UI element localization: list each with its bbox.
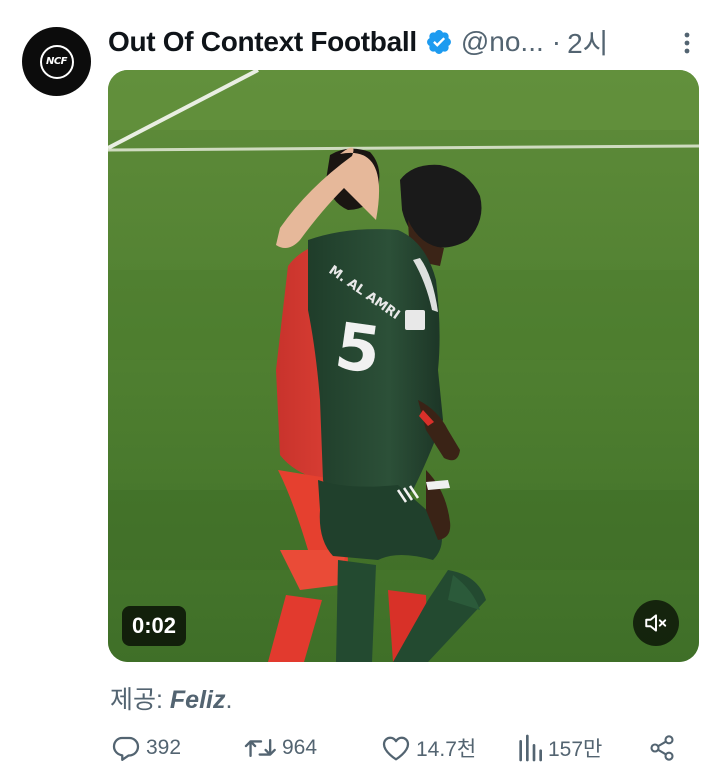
tweet-caption: 제공: Feliz. (110, 680, 232, 716)
caption-suffix: . (225, 686, 233, 714)
heart-icon (382, 736, 410, 761)
retweet-button[interactable]: 964 (244, 728, 317, 768)
views-count: 157만 (548, 738, 603, 761)
verified-badge-icon[interactable] (425, 28, 453, 56)
handle[interactable]: @no... (461, 26, 544, 58)
retweet-icon (244, 738, 276, 758)
display-name[interactable]: Out Of Context Football (108, 26, 417, 58)
more-vertical-icon[interactable] (672, 28, 702, 58)
share-icon (650, 735, 674, 761)
muted-speaker-icon[interactable] (633, 600, 679, 646)
reply-count: 392 (146, 736, 182, 759)
timestamp[interactable]: 2시 (567, 22, 608, 62)
views-button[interactable]: 157만 (516, 728, 602, 768)
reply-button[interactable]: 392 (110, 728, 181, 768)
like-count: 14.7천 (416, 738, 477, 761)
video-player[interactable]: 5 M. AL AMRI 0:02 (108, 70, 699, 662)
caption-credit[interactable]: Feliz (170, 686, 226, 714)
video-duration: 0:02 (122, 606, 187, 646)
avatar-logo: NCF (39, 44, 74, 79)
views-chart-icon (519, 734, 542, 762)
avatar[interactable]: NCF (22, 27, 91, 96)
caption-prefix: 제공: (110, 686, 170, 714)
tweet-header: Out Of Context Football @no... · 2시 (108, 22, 702, 62)
retweet-count: 964 (282, 736, 318, 759)
like-button[interactable]: 14.7천 (380, 728, 476, 768)
action-bar: 392 964 14.7천 157만 (110, 728, 690, 768)
avatar-logo-text: NCF (45, 56, 68, 67)
share-button[interactable] (648, 728, 680, 768)
reply-icon (112, 736, 140, 761)
separator: · (551, 26, 562, 57)
video-frame: 5 M. AL AMRI (108, 70, 699, 662)
